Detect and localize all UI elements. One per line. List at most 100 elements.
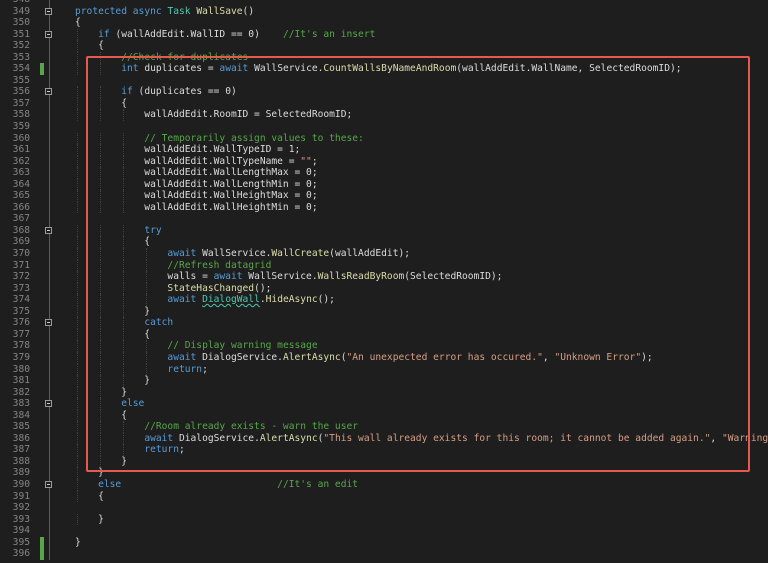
outline-guide <box>49 271 50 283</box>
code-line[interactable]: 349 protected async Task WallSave() <box>0 5 768 18</box>
line-number: 352 <box>12 40 30 52</box>
code-line[interactable]: 396 <box>0 548 768 560</box>
line-number: 390 <box>12 478 30 490</box>
line-number: 366 <box>12 201 30 213</box>
outline-guide <box>49 444 50 456</box>
outline-guide <box>49 386 50 399</box>
line-number: 383 <box>12 398 30 410</box>
line-number: 355 <box>12 74 30 86</box>
outline-guide <box>49 305 50 318</box>
line-number: 382 <box>12 386 30 398</box>
code-token: //It's an insert <box>282 28 376 40</box>
outline-guide <box>49 363 50 376</box>
code-text[interactable]: { <box>75 491 104 503</box>
outline-guide <box>49 109 50 122</box>
change-marker <box>40 63 44 75</box>
code-text[interactable]: { <box>75 40 104 52</box>
outline-guide <box>49 282 50 295</box>
code-line[interactable]: 392 <box>0 502 768 514</box>
outline-guide <box>49 40 50 52</box>
code-token: () <box>242 5 255 17</box>
line-number: 396 <box>12 548 30 560</box>
line-number: 359 <box>12 121 30 133</box>
collapse-icon[interactable] <box>45 7 52 15</box>
outline-guide <box>49 432 50 445</box>
outline-guide <box>49 167 50 179</box>
code-text[interactable]: else //It's an edit <box>75 479 358 491</box>
line-number: 380 <box>12 363 30 375</box>
line-number: 356 <box>12 86 30 98</box>
code-line[interactable]: 393 } <box>0 513 768 526</box>
line-number: 395 <box>12 536 30 548</box>
line-number: 379 <box>12 351 30 363</box>
code-line[interactable]: 351 if (wallAddEdit.WallID == 0) //It's … <box>0 28 768 41</box>
code-text[interactable]: { <box>75 17 81 29</box>
code-token: { <box>75 17 81 29</box>
code-line[interactable]: 391 { <box>0 490 768 503</box>
outline-guide <box>49 467 50 479</box>
code-line[interactable]: 390 else //It's an edit <box>0 478 768 491</box>
outline-guide <box>49 502 50 514</box>
line-number: 389 <box>12 467 30 479</box>
collapse-icon[interactable] <box>45 30 52 38</box>
code-text[interactable]: } <box>75 537 81 549</box>
line-number: 377 <box>12 328 30 340</box>
code-text[interactable]: protected async Task WallSave() <box>75 6 254 18</box>
line-number: 363 <box>12 167 30 179</box>
code-token: protected <box>75 5 127 17</box>
line-number: 357 <box>12 97 30 109</box>
line-number: 381 <box>12 375 30 387</box>
line-number: 365 <box>12 190 30 202</box>
code-line[interactable]: 395} <box>0 536 768 549</box>
outline-guide <box>49 132 50 145</box>
outline-guide <box>49 97 50 110</box>
change-marker <box>40 548 44 560</box>
collapse-icon[interactable] <box>45 226 52 234</box>
outline-guide <box>49 409 50 422</box>
line-number: 372 <box>12 271 30 283</box>
line-number: 362 <box>12 155 30 167</box>
collapse-icon[interactable] <box>45 319 52 327</box>
change-marker <box>40 536 44 549</box>
line-number: 376 <box>12 317 30 329</box>
code-token: WallSave <box>196 5 243 17</box>
line-number: 349 <box>12 5 30 17</box>
outline-guide <box>49 536 50 549</box>
code-text[interactable]: if (wallAddEdit.WallID == 0) //It's an i… <box>75 29 375 41</box>
code-text[interactable]: } <box>75 514 104 526</box>
outline-guide <box>49 155 50 168</box>
outline-guide <box>49 294 50 306</box>
line-number: 373 <box>12 282 30 294</box>
outline-guide <box>49 340 50 352</box>
outline-guide <box>49 455 50 468</box>
highlight-box <box>86 56 750 472</box>
line-number: 387 <box>12 444 30 456</box>
outline-guide <box>49 121 50 133</box>
code-token: else <box>98 478 122 490</box>
line-number: 370 <box>12 248 30 260</box>
line-number: 378 <box>12 340 30 352</box>
outline-guide <box>49 351 50 364</box>
line-number: 354 <box>12 63 30 75</box>
outline-guide <box>49 490 50 503</box>
code-line[interactable]: 350 { <box>0 17 768 29</box>
collapse-icon[interactable] <box>45 88 52 96</box>
outline-guide <box>49 74 50 87</box>
outline-guide <box>49 248 50 260</box>
collapse-icon[interactable] <box>45 400 52 408</box>
outline-guide <box>49 51 50 64</box>
collapse-icon[interactable] <box>45 480 52 488</box>
code-token: if <box>98 28 110 40</box>
line-number: 367 <box>12 213 30 225</box>
line-number: 361 <box>12 144 30 156</box>
outline-guide <box>49 213 50 225</box>
code-token: { <box>75 40 104 52</box>
line-number: 350 <box>12 17 30 29</box>
outline-guide <box>49 513 50 526</box>
code-line[interactable]: 394 <box>0 525 768 537</box>
code-line[interactable]: 352 { <box>0 40 768 52</box>
outline-guide <box>49 525 50 537</box>
code-token: } <box>75 513 104 525</box>
